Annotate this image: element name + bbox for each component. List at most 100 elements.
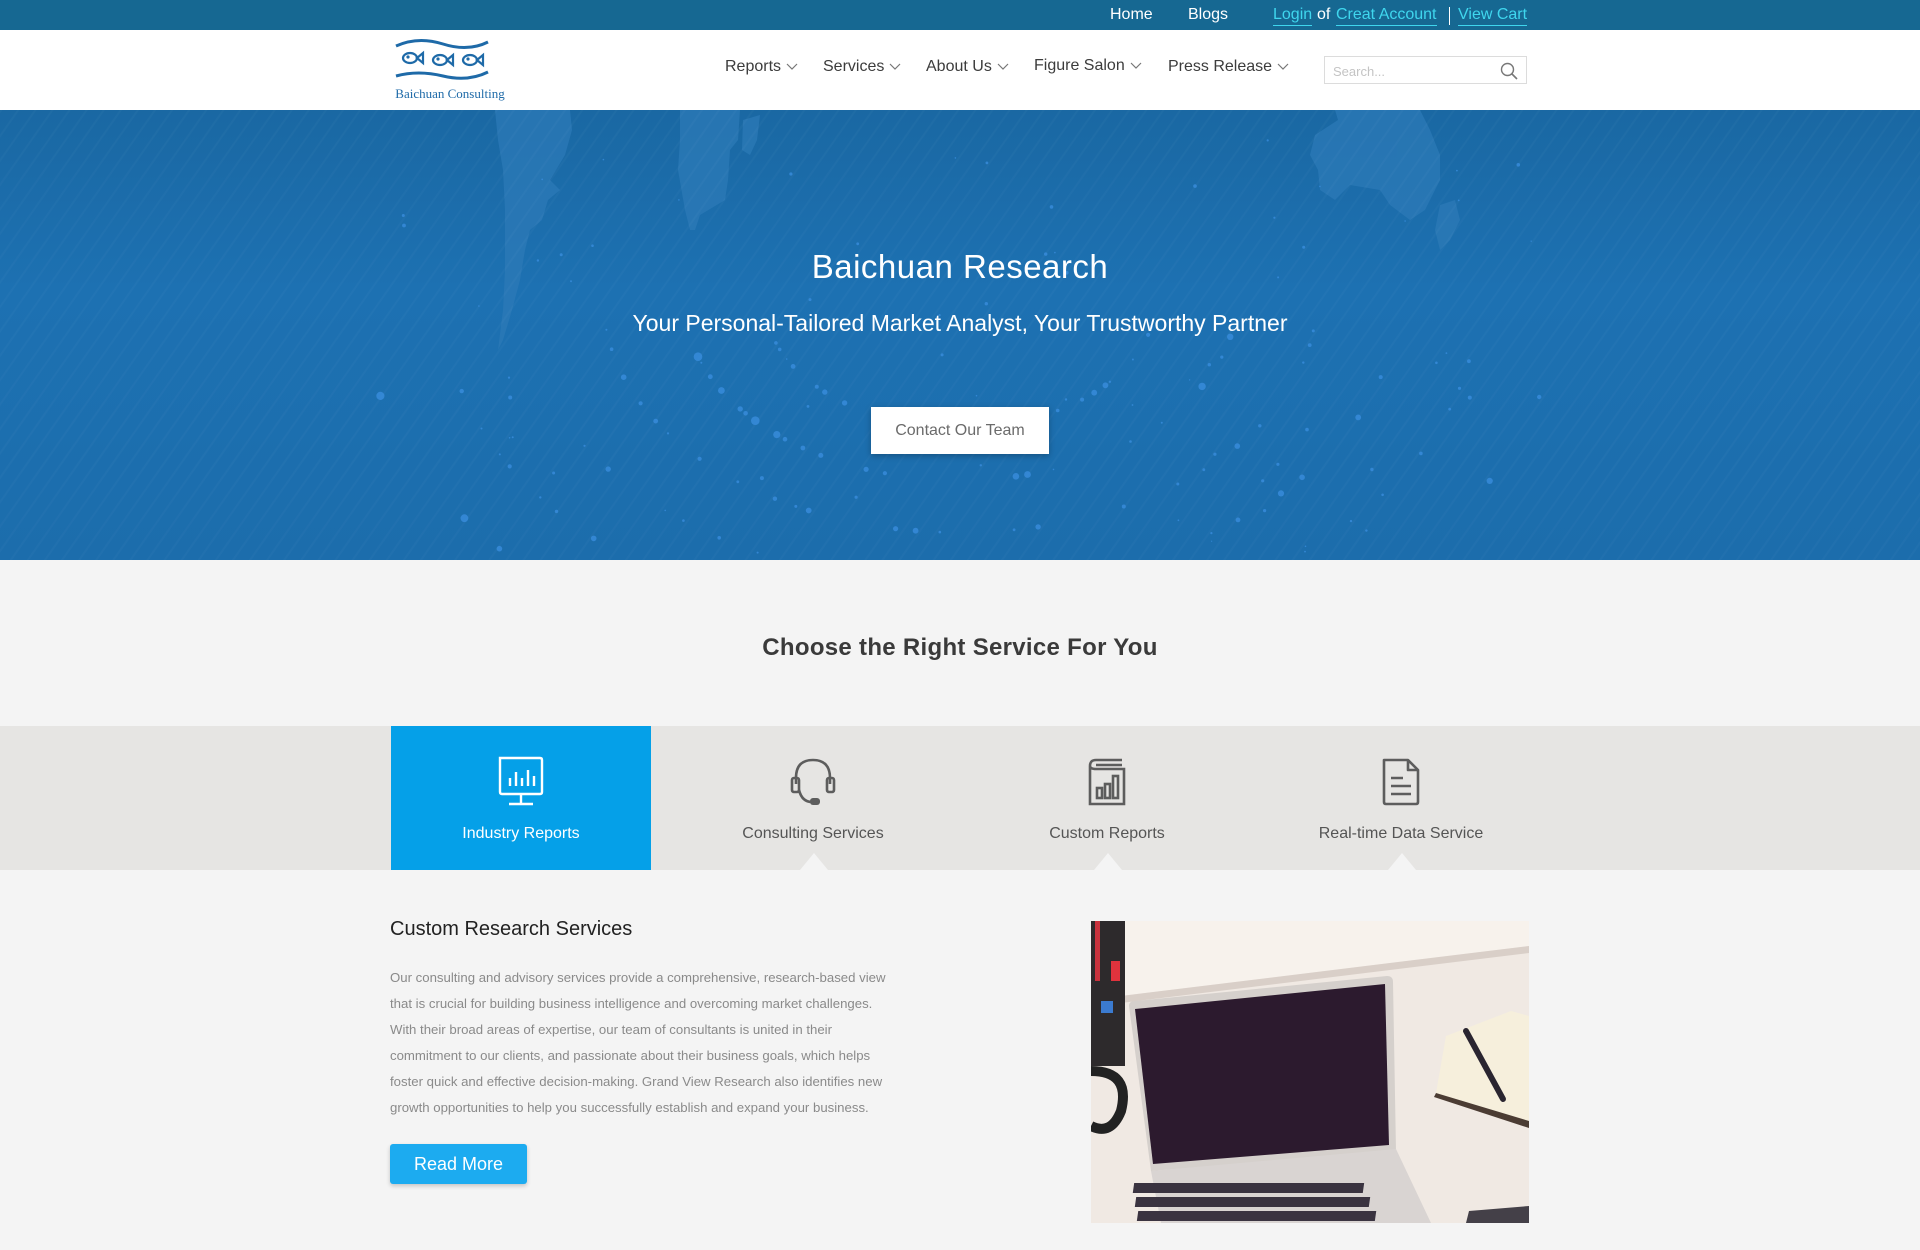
decorative-dot [638,401,643,406]
nav-reports[interactable]: Reports [725,58,798,76]
decorative-dot [1435,361,1438,365]
search-icon[interactable] [1499,61,1519,81]
decorative-dot [1349,519,1353,523]
decorative-dot [1467,359,1471,364]
service-tabs: Industry Reports Consulting Services Cus… [0,726,1920,870]
hero-subtitle: Your Personal-Tailored Market Analyst, Y… [632,310,1288,336]
decorative-dot [1052,468,1055,471]
decorative-dot [975,394,978,397]
decorative-dot [402,223,406,228]
decorative-dot [511,436,514,439]
decorative-dot [507,464,512,469]
laptop-photo [1091,921,1529,1223]
decorative-dot [1176,482,1180,486]
decorative-dot [478,305,480,307]
home-link[interactable]: Home [1110,6,1153,24]
decorative-dot [1381,493,1384,497]
decorative-dot [700,361,703,364]
nav-services[interactable]: Services [823,58,901,76]
decorative-dot [1131,358,1134,361]
tab-label: Industry Reports [462,825,580,842]
hero-banner: Baichuan Research Your Personal-Tailored… [0,110,1920,560]
decorative-dot [1355,414,1362,421]
services-heading: Choose the Right Service For You [762,634,1158,661]
top-bar: Home Blogs Login of Creat Account View C… [0,0,1920,30]
decorative-dot [1202,468,1206,472]
chevron-down-icon [889,63,901,70]
divider [1449,7,1450,25]
decorative-dot [912,527,919,534]
decorative-dot [1261,479,1265,483]
nav-label: About Us [926,58,992,75]
decorative-dot [1129,440,1132,443]
decorative-dot [1273,216,1276,219]
decorative-dot [882,471,888,476]
decorative-dot [1305,427,1309,432]
nav-press-release[interactable]: Press Release [1168,58,1289,76]
decorative-dot [777,347,782,352]
view-cart-link[interactable]: View Cart [1458,6,1528,26]
decorative-dot [774,341,778,345]
decorative-dot [856,242,860,246]
tab-industry-reports[interactable]: Industry Reports [391,726,651,870]
tab-custom-reports[interactable]: Custom Reports [977,726,1237,870]
decorative-dot [938,530,942,534]
decorative-dot [707,374,713,380]
decorative-dot [1516,163,1521,167]
decorative-dot [605,466,611,472]
chevron-down-icon [786,63,798,70]
decorative-dot [1378,375,1383,380]
tab-label: Real-time Data Service [1318,825,1484,842]
paragraph-line: With their broad areas of expertise, our… [390,1022,833,1037]
decorative-dot [583,444,586,447]
decorative-dot [1207,363,1212,367]
tab-consulting-services[interactable]: Consulting Services [683,726,943,870]
create-account-link[interactable]: Creat Account [1336,6,1437,26]
decorative-dot [1445,352,1448,354]
laptop-desk-image [1091,921,1529,1223]
decorative-dot [806,405,810,408]
decorative-dot [460,514,469,523]
logo-fish-icon [395,39,489,80]
decorative-dot [1304,550,1306,553]
nav-label: Figure Salon [1034,57,1125,74]
decorative-dot [794,504,798,508]
decorative-dot [678,199,680,201]
decorative-dot [863,466,869,472]
headset-icon [790,758,836,805]
decorative-dot [854,495,858,499]
decorative-dot [717,536,721,540]
decorative-dot [1537,394,1542,400]
decorative-dot [620,374,627,381]
nav-label: Press Release [1168,58,1273,75]
decorative-dot [808,298,812,302]
decorative-dot [401,214,405,217]
login-link[interactable]: Login [1273,6,1313,26]
decorative-dot [1211,540,1213,542]
decorative-dot [759,476,764,481]
decorative-dot [590,535,597,542]
decorative-dot [1035,524,1041,530]
blogs-link[interactable]: Blogs [1188,6,1228,24]
contact-our-team-button[interactable]: Contact Our Team [871,407,1049,454]
logo[interactable]: Baichuan Consulting [388,36,512,102]
decorative-dot [1160,421,1163,424]
or-separator-text: of [1317,6,1331,23]
decorative-dot [1024,471,1031,478]
nav-figure-salon[interactable]: Figure Salon [1034,57,1142,75]
decorative-dot [1131,404,1134,406]
decorative-dot [1091,389,1098,396]
decorative-dot [1108,380,1112,383]
decorative-dot [800,445,806,451]
decorative-dot [1456,169,1458,172]
tab-real-time-data-service[interactable]: Real-time Data Service [1271,726,1531,870]
decorative-dot [693,352,703,361]
decorative-dot [697,456,702,461]
decorative-dot [893,526,899,532]
nav-about-us[interactable]: About Us [926,58,1009,76]
read-more-button[interactable]: Read More [390,1144,527,1184]
decorative-dot [541,178,544,181]
search-input[interactable] [1333,61,1493,81]
decorative-dot [1365,529,1368,532]
paragraph-line: Our consulting and advisory services pro… [390,970,886,985]
